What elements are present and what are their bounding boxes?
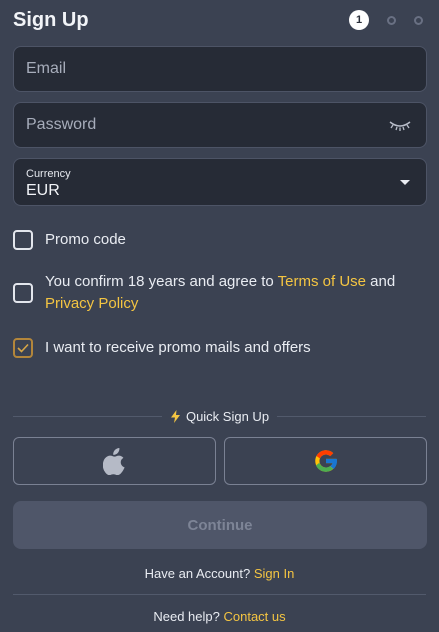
step-2-dot (387, 15, 396, 25)
currency-select[interactable]: Currency EUR (13, 158, 427, 206)
email-field-container (13, 46, 427, 92)
have-account-line: Have an Account? Sign In (0, 566, 439, 581)
terms-and: and (366, 273, 396, 290)
terms-prefix: You confirm 18 years and agree to (45, 273, 278, 290)
promo-mails-label: I want to receive promo mails and offers (45, 339, 311, 356)
promo-code-label: Promo code (45, 231, 126, 248)
eye-closed-icon[interactable] (388, 119, 412, 133)
quick-signup-heading: Quick Sign Up (162, 409, 277, 424)
terms-text: You confirm 18 years and agree to Terms … (45, 271, 395, 315)
step-1-badge: 1 (349, 10, 369, 30)
help-line: Need help? Contact us (0, 609, 439, 624)
currency-label: Currency (26, 168, 71, 180)
currency-value: EUR (26, 182, 60, 199)
have-account-text: Have an Account? (144, 566, 251, 581)
promo-code-row: Promo code (13, 229, 426, 251)
terms-row: You confirm 18 years and agree to Terms … (13, 271, 426, 315)
terms-of-use-link[interactable]: Terms of Use (278, 273, 366, 290)
quick-signup-divider: Quick Sign Up (13, 406, 426, 426)
divider-line-left (13, 415, 162, 417)
step-indicator: 1 (349, 10, 423, 30)
checkmark-icon (17, 343, 29, 353)
apple-icon (102, 448, 125, 475)
promo-mails-row: I want to receive promo mails and offers (13, 337, 426, 359)
password-field-container (13, 102, 427, 148)
divider-line-right (277, 415, 426, 417)
google-icon (314, 450, 337, 472)
password-field[interactable] (14, 103, 426, 147)
footer-divider (13, 594, 426, 595)
step-3-dot (414, 15, 423, 25)
caret-down-icon (400, 180, 410, 185)
privacy-policy-link[interactable]: Privacy Policy (45, 295, 138, 312)
apple-signup-button[interactable] (13, 437, 216, 485)
google-signup-button[interactable] (224, 437, 427, 485)
page-title: Sign Up (13, 8, 89, 31)
sign-in-link[interactable]: Sign In (254, 566, 294, 581)
terms-checkbox[interactable] (13, 283, 33, 303)
need-help-text: Need help? (153, 609, 220, 624)
quick-signup-label: Quick Sign Up (185, 408, 270, 424)
header: Sign Up 1 (13, 6, 426, 34)
promo-code-checkbox[interactable] (13, 230, 33, 250)
continue-button[interactable]: Continue (13, 501, 427, 549)
contact-us-link[interactable]: Contact us (223, 609, 285, 624)
lightning-icon (170, 409, 180, 423)
email-field[interactable] (14, 47, 426, 91)
promo-mails-checkbox[interactable] (13, 338, 33, 358)
